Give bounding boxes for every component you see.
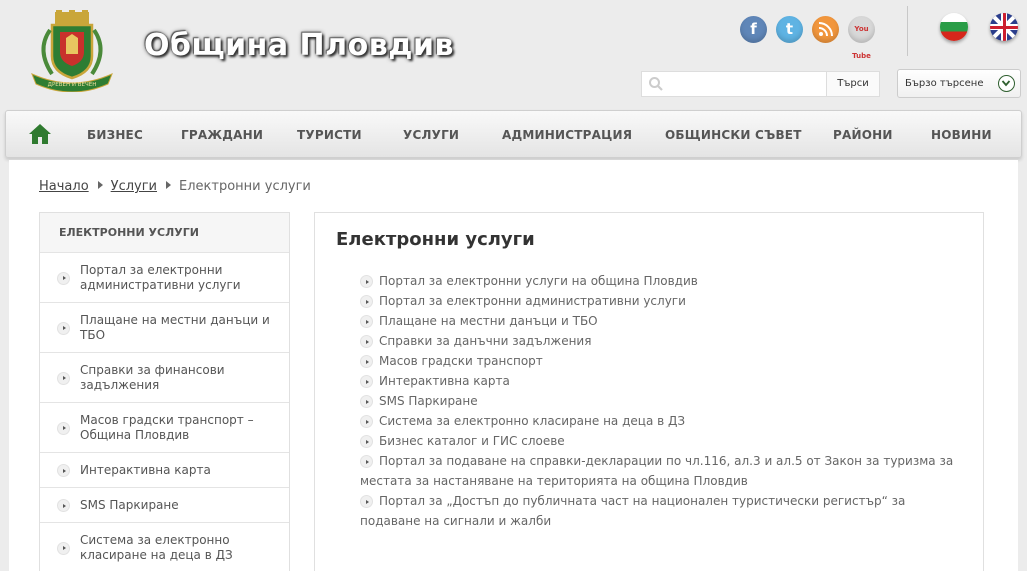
service-link[interactable]: Портал за подаване на справки-декларации… — [360, 454, 953, 488]
service-link[interactable]: Бизнес каталог и ГИС слоеве — [379, 434, 565, 448]
sidebar-item-label: Плащане на местни данъци и ТБО — [80, 312, 270, 342]
list-item[interactable]: Портал за „Достъп до публичната част на … — [360, 491, 965, 531]
list-item[interactable]: Интерактивна карта — [360, 371, 965, 391]
service-link[interactable]: SMS Паркиране — [379, 394, 478, 408]
sidebar-item-label: Масов градски транспорт – Община Пловдив — [80, 412, 254, 442]
sidebar-menu: ЕЛЕКТРОННИ УСЛУГИ Портал за електронни а… — [39, 212, 290, 571]
sidebar-item-label: SMS Паркиране — [80, 497, 179, 512]
arrow-bullet-icon — [360, 355, 373, 368]
arrow-bullet-icon — [360, 335, 373, 348]
site-title[interactable]: Община Пловдив — [144, 28, 454, 63]
page-body: Начало Услуги Електронни услуги ЕЛЕКТРОННИ… — [9, 160, 1018, 571]
breadcrumb-current: Електронни услуги — [179, 179, 311, 194]
main-content: Електронни услуги Портал за електронни у… — [314, 212, 984, 571]
arrow-bullet-icon — [360, 275, 373, 288]
home-icon[interactable] — [28, 123, 52, 145]
search-icon — [649, 77, 663, 91]
arrow-bullet-icon — [360, 375, 373, 388]
list-item[interactable]: Бизнес каталог и ГИС слоеве — [360, 431, 965, 451]
nav-item-tourists[interactable]: ТУРИСТИ — [297, 111, 362, 159]
service-link[interactable]: Интерактивна карта — [379, 374, 510, 388]
list-item[interactable]: Плащане на местни данъци и ТБО — [360, 311, 965, 331]
sidebar-header: ЕЛЕКТРОННИ УСЛУГИ — [40, 213, 289, 253]
sidebar-item-public-transport[interactable]: Масов градски транспорт – Община Пловдив — [40, 403, 289, 453]
rss-glyph-icon — [818, 22, 833, 37]
page-title: Електронни услуги — [336, 229, 535, 250]
arrow-bullet-icon — [360, 295, 373, 308]
list-item[interactable]: Масов градски транспорт — [360, 351, 965, 371]
sidebar-item-sms-parking[interactable]: SMS Паркиране — [40, 488, 289, 523]
arrow-bullet-icon — [57, 371, 70, 385]
arrow-bullet-icon — [360, 495, 373, 508]
arrow-bullet-icon — [360, 395, 373, 408]
service-list: Портал за електронни услуги на община Пл… — [360, 271, 965, 531]
list-item[interactable]: Портал за подаване на справки-декларации… — [360, 451, 965, 491]
bulgarian-flag-icon[interactable] — [940, 13, 968, 41]
youtube-icon[interactable]: You Tube — [848, 16, 875, 60]
sidebar-item-financial-obligations[interactable]: Справки за финансови задължения — [40, 353, 289, 403]
breadcrumb-arrow-icon — [166, 181, 172, 189]
nav-item-news[interactable]: НОВИНИ — [931, 111, 992, 159]
sidebar-item-label: Система за електронно класиране на деца … — [80, 532, 233, 562]
service-link[interactable]: Справки за данъчни задължения — [379, 334, 591, 348]
service-link[interactable]: Масов градски транспорт — [379, 354, 543, 368]
rss-icon[interactable] — [812, 16, 839, 43]
service-link[interactable]: Портал за електронни административни усл… — [379, 294, 686, 308]
arrow-bullet-icon — [360, 455, 373, 468]
nav-item-citizens[interactable]: ГРАЖДАНИ — [181, 111, 263, 159]
list-item[interactable]: Система за електронно класиране на деца … — [360, 411, 965, 431]
service-link[interactable]: Портал за „Достъп до публичната част на … — [360, 494, 905, 528]
quick-search-dropdown[interactable]: Бързо търсене — [897, 69, 1021, 98]
search-input[interactable] — [668, 74, 824, 94]
sidebar-item-admin-services-portal[interactable]: Портал за електронни административни усл… — [40, 253, 289, 303]
site-header: ДРЕВЕН И ВЕЧЕН Община Пловдив f t You Tu… — [0, 0, 1027, 108]
header-divider — [907, 6, 908, 56]
arrow-bullet-icon — [57, 464, 70, 477]
service-link[interactable]: Система за електронно класиране на деца … — [379, 414, 685, 428]
sidebar-item-kindergarten-ranking[interactable]: Система за електронно класиране на деца … — [40, 523, 289, 571]
sidebar-item-label: Интерактивна карта — [80, 462, 211, 477]
list-item[interactable]: Справки за данъчни задължения — [360, 331, 965, 351]
arrow-bullet-icon — [57, 271, 70, 285]
main-navigation: БИЗНЕС ГРАЖДАНИ ТУРИСТИ УСЛУГИ АДМИНИСТР… — [5, 110, 1022, 158]
arrow-bullet-icon — [57, 321, 70, 335]
arrow-bullet-icon — [57, 499, 70, 512]
nav-item-business[interactable]: БИЗНЕС — [87, 111, 143, 159]
sidebar-item-label: Портал за електронни административни усл… — [80, 262, 241, 292]
sidebar-item-label: Справки за финансови задължения — [80, 362, 225, 392]
arrow-bullet-icon — [360, 415, 373, 428]
service-link[interactable]: Портал за електронни услуги на община Пл… — [379, 274, 698, 288]
sidebar-item-interactive-map[interactable]: Интерактивна карта — [40, 453, 289, 488]
twitter-icon[interactable]: t — [776, 16, 803, 43]
municipality-logo[interactable]: ДРЕВЕН И ВЕЧЕН — [22, 8, 122, 93]
arrow-bullet-icon — [360, 435, 373, 448]
search-button[interactable]: Търси — [826, 72, 879, 96]
list-item[interactable]: Портал за електронни услуги на община Пл… — [360, 271, 965, 291]
service-link[interactable]: Плащане на местни данъци и ТБО — [379, 314, 598, 328]
list-item[interactable]: Портал за електронни административни усл… — [360, 291, 965, 311]
nav-item-services[interactable]: УСЛУГИ — [403, 111, 459, 159]
breadcrumb-services-link[interactable]: Услуги — [111, 179, 157, 194]
search-box: Търси — [641, 71, 880, 97]
nav-item-municipal-council[interactable]: ОБЩИНСКИ СЪВЕТ — [665, 111, 802, 159]
nav-item-administration[interactable]: АДМИНИСТРАЦИЯ — [502, 111, 632, 159]
breadcrumb-arrow-icon — [97, 181, 103, 189]
list-item[interactable]: SMS Паркиране — [360, 391, 965, 411]
facebook-icon[interactable]: f — [740, 16, 767, 43]
coat-of-arms-icon: ДРЕВЕН И ВЕЧЕН — [31, 10, 113, 93]
quick-search-label: Бързо търсене — [905, 78, 984, 89]
breadcrumb-home-link[interactable]: Начало — [39, 179, 89, 194]
logo-motto: ДРЕВЕН И ВЕЧЕН — [48, 82, 97, 88]
arrow-bullet-icon — [360, 315, 373, 328]
nav-item-districts[interactable]: РАЙОНИ — [833, 111, 893, 159]
english-flag-icon[interactable] — [990, 13, 1018, 41]
arrow-bullet-icon — [57, 421, 70, 435]
chevron-down-icon — [998, 75, 1015, 92]
sidebar-item-local-taxes[interactable]: Плащане на местни данъци и ТБО — [40, 303, 289, 353]
breadcrumb: Начало Услуги Електронни услуги — [39, 179, 311, 194]
arrow-bullet-icon — [57, 541, 70, 555]
